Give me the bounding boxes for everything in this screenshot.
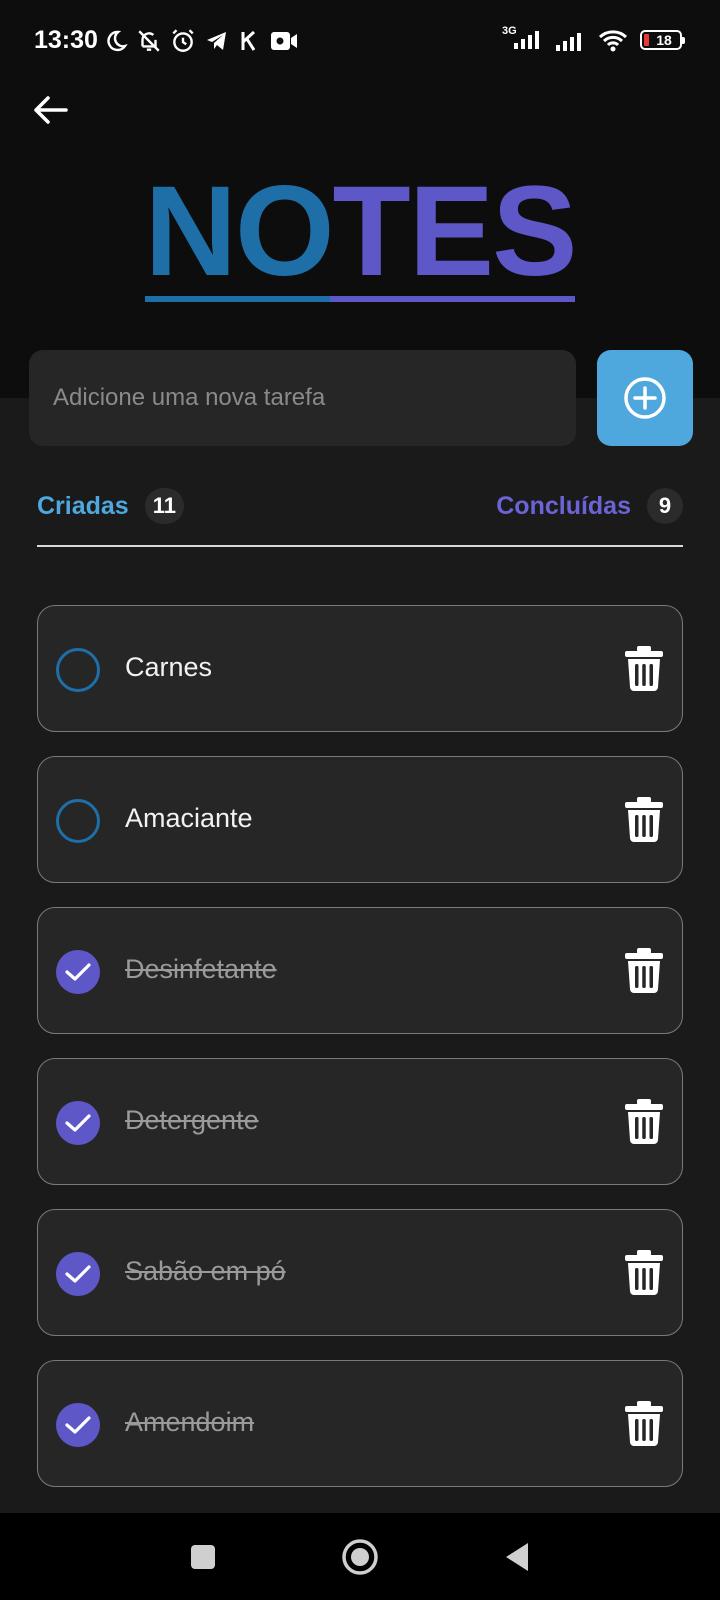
task-text: Sabão em pó xyxy=(125,1256,286,1286)
arrow-left-icon xyxy=(34,96,68,124)
done-counter: Concluídas 9 xyxy=(496,488,683,524)
alarm-icon xyxy=(172,29,194,52)
app-logo: NOTES xyxy=(0,168,720,302)
video-record-icon xyxy=(271,32,297,50)
delete-task-button[interactable] xyxy=(624,1097,664,1145)
network-type: 3G xyxy=(502,24,517,37)
trash-icon xyxy=(625,1401,663,1446)
recents-icon xyxy=(191,1544,215,1569)
task-checkbox[interactable] xyxy=(56,648,100,692)
task-counters: Criadas 11 Concluídas 9 xyxy=(37,488,683,532)
delete-task-button[interactable] xyxy=(624,795,664,843)
task-item: Sabão em pó xyxy=(37,1209,683,1336)
trash-icon xyxy=(625,646,663,691)
status-time: 13:30 xyxy=(34,26,98,54)
telegram-icon xyxy=(207,32,226,50)
done-count-badge: 9 xyxy=(647,488,683,524)
signal-icon xyxy=(514,30,539,49)
trash-icon xyxy=(625,1250,663,1295)
delete-task-button[interactable] xyxy=(624,644,664,692)
trash-icon xyxy=(625,1099,663,1144)
task-text: Detergente xyxy=(125,1105,259,1135)
task-text: Carnes xyxy=(125,652,213,682)
system-nav-bar xyxy=(0,1513,720,1600)
bell-off-icon xyxy=(138,30,160,52)
delete-task-button[interactable] xyxy=(624,946,664,994)
created-label: Criadas xyxy=(37,491,129,520)
wifi-icon xyxy=(598,30,628,52)
recents-button[interactable] xyxy=(168,1513,238,1600)
signal-3g: 3G xyxy=(502,25,544,54)
title-part-2: TES xyxy=(332,160,578,303)
task-text: Amendoim xyxy=(125,1407,255,1437)
status-bar: 13:30 3G 18 xyxy=(0,0,720,80)
signal-icon xyxy=(556,33,581,51)
new-task-input[interactable] xyxy=(29,350,576,446)
back-triangle-icon xyxy=(506,1542,528,1571)
new-task-row xyxy=(29,350,693,446)
nav-back-button[interactable] xyxy=(482,1513,552,1600)
task-checkbox-checked[interactable] xyxy=(56,1252,100,1296)
trash-icon xyxy=(625,797,663,842)
title-underline xyxy=(144,296,576,302)
back-button[interactable] xyxy=(30,90,70,130)
task-text: Desinfetante xyxy=(125,954,277,984)
task-item: Desinfetante xyxy=(37,907,683,1034)
battery-icon: 18 xyxy=(640,30,685,50)
task-checkbox[interactable] xyxy=(56,799,100,843)
created-count-badge: 11 xyxy=(144,488,184,524)
check-icon xyxy=(65,1114,91,1132)
check-icon xyxy=(65,963,91,981)
task-checkbox-checked[interactable] xyxy=(56,1403,100,1447)
delete-task-button[interactable] xyxy=(624,1248,664,1296)
battery-level: 18 xyxy=(656,32,672,48)
divider xyxy=(37,545,683,547)
check-icon xyxy=(65,1416,91,1434)
status-icons-left xyxy=(104,26,298,56)
task-checkbox-checked[interactable] xyxy=(56,1101,100,1145)
task-text: Amaciante xyxy=(125,803,253,833)
delete-task-button[interactable] xyxy=(624,1399,664,1447)
task-item: Amaciante xyxy=(37,756,683,883)
add-task-button[interactable] xyxy=(597,350,693,446)
task-item: Detergente xyxy=(37,1058,683,1185)
home-button[interactable] xyxy=(325,1513,395,1600)
task-checkbox-checked[interactable] xyxy=(56,950,100,994)
task-item: Amendoim xyxy=(37,1360,683,1487)
moon-icon xyxy=(107,30,128,52)
trash-icon xyxy=(625,948,663,993)
check-icon xyxy=(65,1265,91,1283)
done-label: Concluídas xyxy=(496,491,631,520)
plus-circle-icon xyxy=(624,377,666,419)
k-app-icon xyxy=(241,30,256,51)
created-counter: Criadas 11 xyxy=(37,488,184,524)
title-part-1: NO xyxy=(144,160,335,303)
home-icon xyxy=(342,1538,378,1575)
app-title: NOTES xyxy=(144,168,577,302)
status-icons-right: 3G 18 xyxy=(502,24,685,56)
task-item: Carnes xyxy=(37,605,683,732)
